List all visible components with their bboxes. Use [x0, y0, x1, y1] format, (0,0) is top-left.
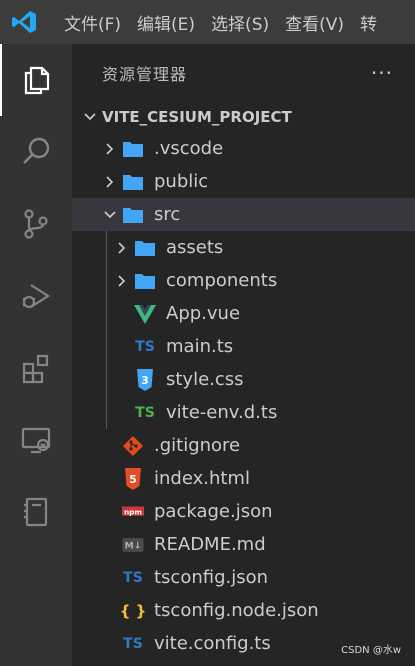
folder-icon: [134, 237, 156, 259]
menu-goto[interactable]: 转: [352, 0, 385, 44]
ts-icon: TS: [135, 338, 155, 355]
tree-item-label: tsconfig.node.json: [154, 600, 319, 621]
tree-item-public-folder[interactable]: public: [72, 165, 415, 198]
tree-item-label: .gitignore: [154, 435, 241, 456]
tree-item-main-ts[interactable]: TS main.ts: [72, 330, 415, 363]
watermark: CSDN @水w: [341, 645, 401, 656]
menu-edit[interactable]: 编辑(E): [129, 0, 203, 44]
menu-file[interactable]: 文件(F): [48, 0, 129, 44]
title-bar: 文件(F) 编辑(E) 选择(S) 查看(V) 转: [0, 0, 415, 44]
run-debug-icon[interactable]: [0, 260, 72, 332]
tree-item-label: README.md: [154, 534, 266, 555]
tree-item-label: components: [166, 270, 278, 291]
remote-explorer-icon[interactable]: [0, 404, 72, 476]
tree-item-label: package.json: [154, 501, 273, 522]
html-icon: 5: [122, 467, 144, 490]
indent-guide: [106, 363, 107, 396]
chevron-right-icon: [100, 172, 120, 192]
tree-item-style-css[interactable]: 3 style.css: [72, 363, 415, 396]
tree-item-label: App.vue: [166, 303, 241, 324]
chevron-right-icon: [100, 139, 120, 159]
ts-definition-icon: TS: [135, 404, 155, 421]
tree-item-vite-env-dts[interactable]: TS vite-env.d.ts: [72, 396, 415, 429]
tree-item-package-json[interactable]: npm package.json: [72, 495, 415, 528]
tree-item-label: main.ts: [166, 336, 234, 357]
notebook-icon[interactable]: [0, 476, 72, 548]
menu-view[interactable]: 查看(V): [277, 0, 352, 44]
folder-icon: [122, 171, 144, 193]
npm-icon-text: npm: [124, 507, 142, 516]
tree-item-readme-md[interactable]: M↓ README.md: [72, 528, 415, 561]
tree-item-vscode-folder[interactable]: .vscode: [72, 132, 415, 165]
explorer-header: 资源管理器 ···: [72, 44, 415, 102]
markdown-icon-text: M↓: [125, 540, 142, 551]
source-control-icon[interactable]: [0, 188, 72, 260]
css-icon: 3: [134, 368, 156, 391]
tree-item-src-folder[interactable]: src: [72, 198, 415, 231]
tree-item-label: index.html: [154, 468, 250, 489]
tree-item-label: src: [154, 204, 181, 225]
indent-guide: [106, 330, 107, 363]
tree-item-components-folder[interactable]: components: [72, 264, 415, 297]
tree-item-label: tsconfig.json: [154, 567, 269, 588]
tree-item-tsconfig-node-json[interactable]: { } tsconfig.node.json: [72, 594, 415, 627]
tree-item-label: vite-env.d.ts: [166, 402, 278, 423]
vue-icon: [134, 303, 156, 325]
tree-item-label: vite.config.ts: [154, 633, 271, 654]
search-icon[interactable]: [0, 116, 72, 188]
extensions-icon[interactable]: [0, 332, 72, 404]
chevron-right-icon: [112, 238, 132, 258]
explorer-sidebar: 资源管理器 ··· VITE_CESIUM_PROJECT .vscode pu…: [72, 44, 415, 666]
menu-bar: 文件(F) 编辑(E) 选择(S) 查看(V) 转: [48, 0, 385, 44]
tree-item-label: public: [154, 171, 209, 192]
chevron-down-icon: [100, 205, 120, 225]
tree-item-gitignore[interactable]: .gitignore: [72, 429, 415, 462]
tree-item-label: style.css: [166, 369, 244, 390]
folder-open-icon: [122, 204, 144, 226]
more-actions-button[interactable]: ···: [371, 61, 393, 85]
indent-guide: [106, 297, 107, 330]
activity-bar: [0, 44, 72, 666]
tree-item-app-vue[interactable]: App.vue: [72, 297, 415, 330]
tree-item-label: .vscode: [154, 138, 224, 159]
indent-guide: [106, 396, 107, 429]
npm-icon: npm: [122, 501, 144, 523]
ts-config-icon: TS: [123, 569, 143, 586]
tree-item-assets-folder[interactable]: assets: [72, 231, 415, 264]
indent-guide: [106, 231, 107, 264]
ts-icon: TS: [123, 635, 143, 652]
tree-item-index-html[interactable]: 5 index.html: [72, 462, 415, 495]
menu-selection[interactable]: 选择(S): [203, 0, 277, 44]
chevron-right-icon: [112, 271, 132, 291]
git-icon: [122, 435, 144, 457]
chevron-down-icon: [80, 107, 100, 127]
explorer-icon[interactable]: [0, 44, 72, 116]
folder-icon: [122, 138, 144, 160]
folder-icon: [134, 270, 156, 292]
tree-item-label: assets: [166, 237, 224, 258]
project-root[interactable]: VITE_CESIUM_PROJECT: [72, 102, 415, 132]
markdown-icon: M↓: [122, 534, 144, 556]
css-icon-text: 3: [141, 374, 149, 387]
project-name: VITE_CESIUM_PROJECT: [102, 108, 292, 126]
tree-item-tsconfig-json[interactable]: TS tsconfig.json: [72, 561, 415, 594]
indent-guide: [106, 264, 107, 297]
json-icon: { }: [119, 601, 147, 620]
html-icon-text: 5: [129, 473, 137, 486]
explorer-title: 资源管理器: [102, 65, 188, 84]
vscode-logo-icon: [0, 0, 48, 44]
